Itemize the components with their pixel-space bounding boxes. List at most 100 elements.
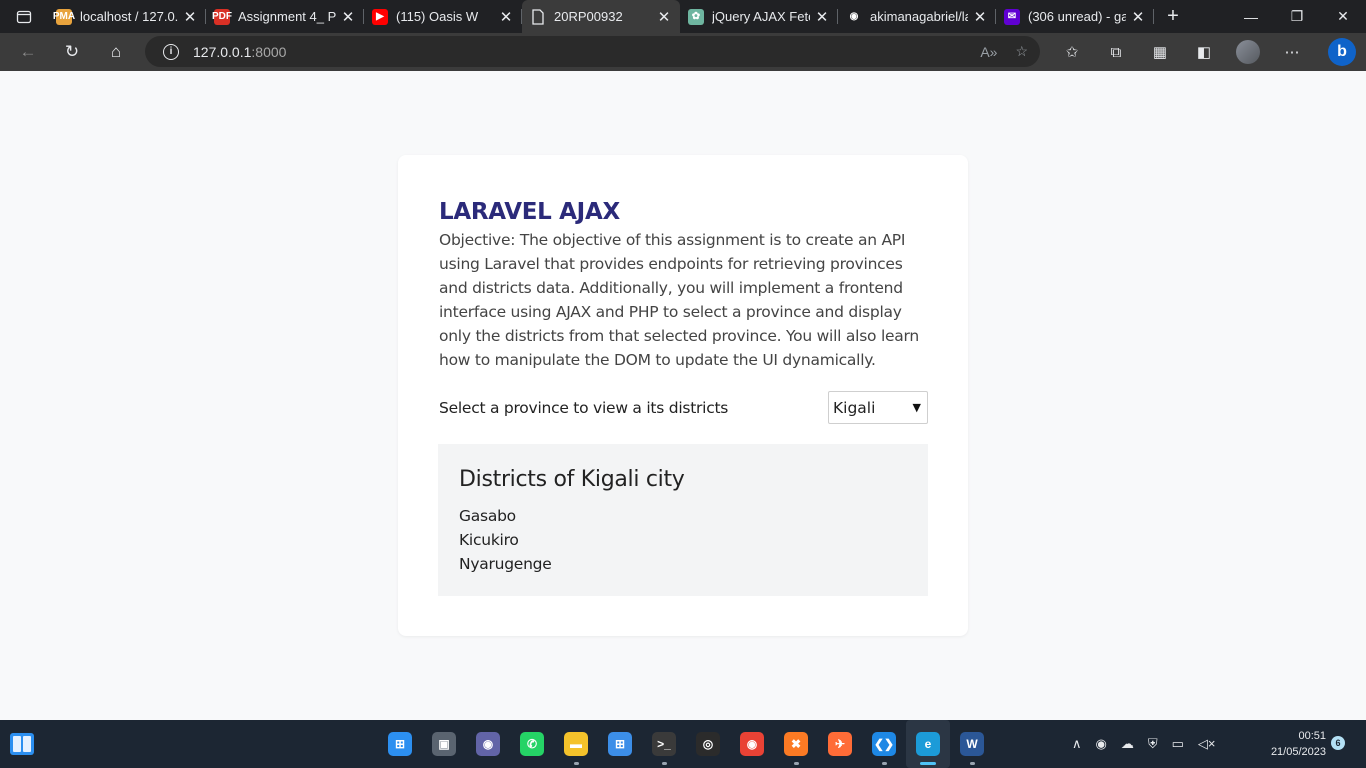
taskbar-app[interactable]: ▣ <box>422 720 466 768</box>
windows-start-icon: ⊞ <box>388 732 412 756</box>
close-tab-icon[interactable]: ✕ <box>182 9 198 26</box>
teams-chat-icon: ◉ <box>476 732 500 756</box>
youtube-icon: ▶ <box>372 8 388 25</box>
vscode-icon: ❮❯ <box>872 732 896 756</box>
taskbar-app[interactable]: ◎ <box>686 720 730 768</box>
refresh-button[interactable]: ↻ <box>50 33 94 71</box>
taskbar-app[interactable]: ▬ <box>554 720 598 768</box>
province-select[interactable]: Kigali ▼ <box>828 391 928 424</box>
running-indicator <box>574 762 579 765</box>
browser-tab[interactable]: PDF Assignment 4_ Pr ✕ <box>206 0 364 33</box>
running-indicator <box>920 762 936 765</box>
close-tab-icon[interactable]: ✕ <box>972 9 988 26</box>
clock-time: 00:51 <box>1298 730 1326 742</box>
taskbar-app[interactable]: >_ <box>642 720 686 768</box>
split-screen-icon[interactable]: ◧ <box>1182 33 1226 71</box>
restore-button[interactable]: ❐ <box>1274 0 1320 33</box>
tab-title: (306 unread) - ga <box>1028 9 1126 24</box>
districts-list: Gasabo Kicukiro Nyarugenge <box>459 504 552 576</box>
widgets-icon[interactable] <box>10 733 34 755</box>
volume-muted-icon[interactable]: ◁× <box>1198 736 1216 752</box>
page-title: LARAVEL AJAX <box>439 199 620 225</box>
more-menu-icon[interactable]: ⋯ <box>1270 33 1314 71</box>
close-tab-icon[interactable]: ✕ <box>1130 9 1146 26</box>
postman-icon: ✈ <box>828 732 852 756</box>
window-controls: — ❐ ✕ <box>1228 0 1366 33</box>
objective-text: Objective: The objective of this assignm… <box>439 231 919 369</box>
terminal-icon: >_ <box>652 732 676 756</box>
taskbar-app[interactable]: ⊞ <box>598 720 642 768</box>
phpmyadmin-icon: PMA <box>53 8 75 25</box>
browser-tab-strip: PMA localhost / 127.0.0.1 ✕ PDF Assignment 4… <box>0 0 1366 33</box>
system-tray: ∧ ◉ ☁ ⛨ ▭ ◁× <box>1072 720 1216 768</box>
close-tab-icon[interactable]: ✕ <box>814 9 830 26</box>
tab-title: (115) Oasis W <box>396 9 479 24</box>
collections-icon[interactable]: ⧉ <box>1094 33 1138 71</box>
taskbar-app[interactable]: ✈ <box>818 720 862 768</box>
minimize-button[interactable]: — <box>1228 0 1274 33</box>
tab-title: jQuery AJAX Fetch <box>712 9 810 24</box>
taskbar-app[interactable]: W <box>950 720 994 768</box>
browser-toolbar: ← ↻ ⌂ i 127.0.0.1:8000 A» ☆ ✩ ⧉ ▦ ◧ ⋯ b <box>0 33 1366 71</box>
browser-tab[interactable]: ◉ akimanagabriel/la ✕ <box>838 0 996 33</box>
bing-chat-icon[interactable]: b <box>1328 38 1356 66</box>
taskbar-app[interactable]: ✆ <box>510 720 554 768</box>
taskbar-app[interactable]: ⊞ <box>378 720 422 768</box>
cloud-offline-icon[interactable]: ☁ <box>1121 736 1134 752</box>
math-solver-icon[interactable]: ▦ <box>1138 33 1182 71</box>
read-aloud-icon[interactable]: A» <box>980 44 997 60</box>
back-button[interactable]: ← <box>6 33 50 71</box>
profile-avatar[interactable] <box>1236 40 1260 64</box>
main-card: LARAVEL AJAX Objective: The objective of… <box>398 155 968 636</box>
defender-warning-icon[interactable]: ⛨ <box>1148 736 1158 752</box>
edge-icon: e <box>916 732 940 756</box>
xampp-icon: ✖ <box>784 732 808 756</box>
browser-tab[interactable]: PMA localhost / 127.0.0.1 ✕ <box>48 0 206 33</box>
province-select-row: Select a province to view a its district… <box>439 391 928 424</box>
tab-actions-button[interactable] <box>0 0 48 33</box>
network-icon[interactable]: ▭ <box>1172 736 1184 752</box>
district-item: Gasabo <box>459 507 516 525</box>
show-hidden-icons-icon[interactable]: ∧ <box>1072 736 1082 752</box>
browser-tab[interactable]: ▶ (115) Oasis W ✕ <box>364 0 522 33</box>
address-bar[interactable]: i 127.0.0.1:8000 A» ☆ <box>145 36 1040 67</box>
browser-right-tools: ✩ ⧉ ▦ ◧ ⋯ b <box>1050 33 1356 71</box>
address-url[interactable]: 127.0.0.1:8000 <box>193 44 286 60</box>
running-indicator <box>662 762 667 765</box>
add-favorite-icon[interactable]: ☆ <box>1015 43 1028 60</box>
close-tab-icon[interactable]: ✕ <box>340 9 356 26</box>
district-item: Kicukiro <box>459 531 519 549</box>
home-button[interactable]: ⌂ <box>94 33 138 71</box>
system-clock[interactable]: 00:51 21/05/2023 <box>1258 728 1326 760</box>
close-window-button[interactable]: ✕ <box>1320 0 1366 33</box>
github-icon: ◉ <box>846 8 862 25</box>
url-port: :8000 <box>251 43 287 60</box>
chrome-icon: ◉ <box>740 732 764 756</box>
taskbar-app[interactable]: ❮❯ <box>862 720 906 768</box>
word-icon: W <box>960 732 984 756</box>
chevron-down-icon: ▼ <box>912 401 921 414</box>
browser-tab[interactable]: 20RP00932 ✕ <box>522 0 680 33</box>
browser-tab[interactable]: ✉ (306 unread) - ga ✕ <box>996 0 1154 33</box>
refresh-icon: ↻ <box>64 42 80 61</box>
yahoo-mail-icon: ✉ <box>1004 8 1020 25</box>
close-tab-icon[interactable]: ✕ <box>498 9 514 26</box>
taskbar-app[interactable]: ✖ <box>774 720 818 768</box>
taskbar-app[interactable]: ◉ <box>730 720 774 768</box>
browser-tab[interactable]: ✿ jQuery AJAX Fetch ✕ <box>680 0 838 33</box>
site-info-icon[interactable]: i <box>163 43 179 60</box>
favorites-icon[interactable]: ✩ <box>1050 33 1094 71</box>
clock-date: 21/05/2023 <box>1270 746 1326 758</box>
taskbar-app[interactable]: ◉ <box>466 720 510 768</box>
taskbar-app[interactable]: e <box>906 720 950 768</box>
districts-panel: Districts of Kigali city Gasabo Kicukiro N… <box>438 444 928 596</box>
pdf-icon: PDF <box>212 8 232 25</box>
url-host: 127.0.0.1 <box>193 43 252 60</box>
notification-badge[interactable]: 6 <box>1331 736 1345 750</box>
tab-title: Assignment 4_ Pr <box>238 9 336 24</box>
disc-icon[interactable]: ◉ <box>1096 736 1107 752</box>
new-tab-button[interactable]: + <box>1158 0 1188 33</box>
windows-taskbar: ⊞ ▣ ◉ ✆ ▬ ⊞ >_ ◎ ◉ ✖ ✈ ❮❯ e W ∧ ◉ ☁ ⛨ ▭ ◁× 00:51 21/0… <box>0 720 1366 768</box>
close-tab-icon[interactable]: ✕ <box>656 9 672 26</box>
microsoft-store-icon: ⊞ <box>608 732 632 756</box>
